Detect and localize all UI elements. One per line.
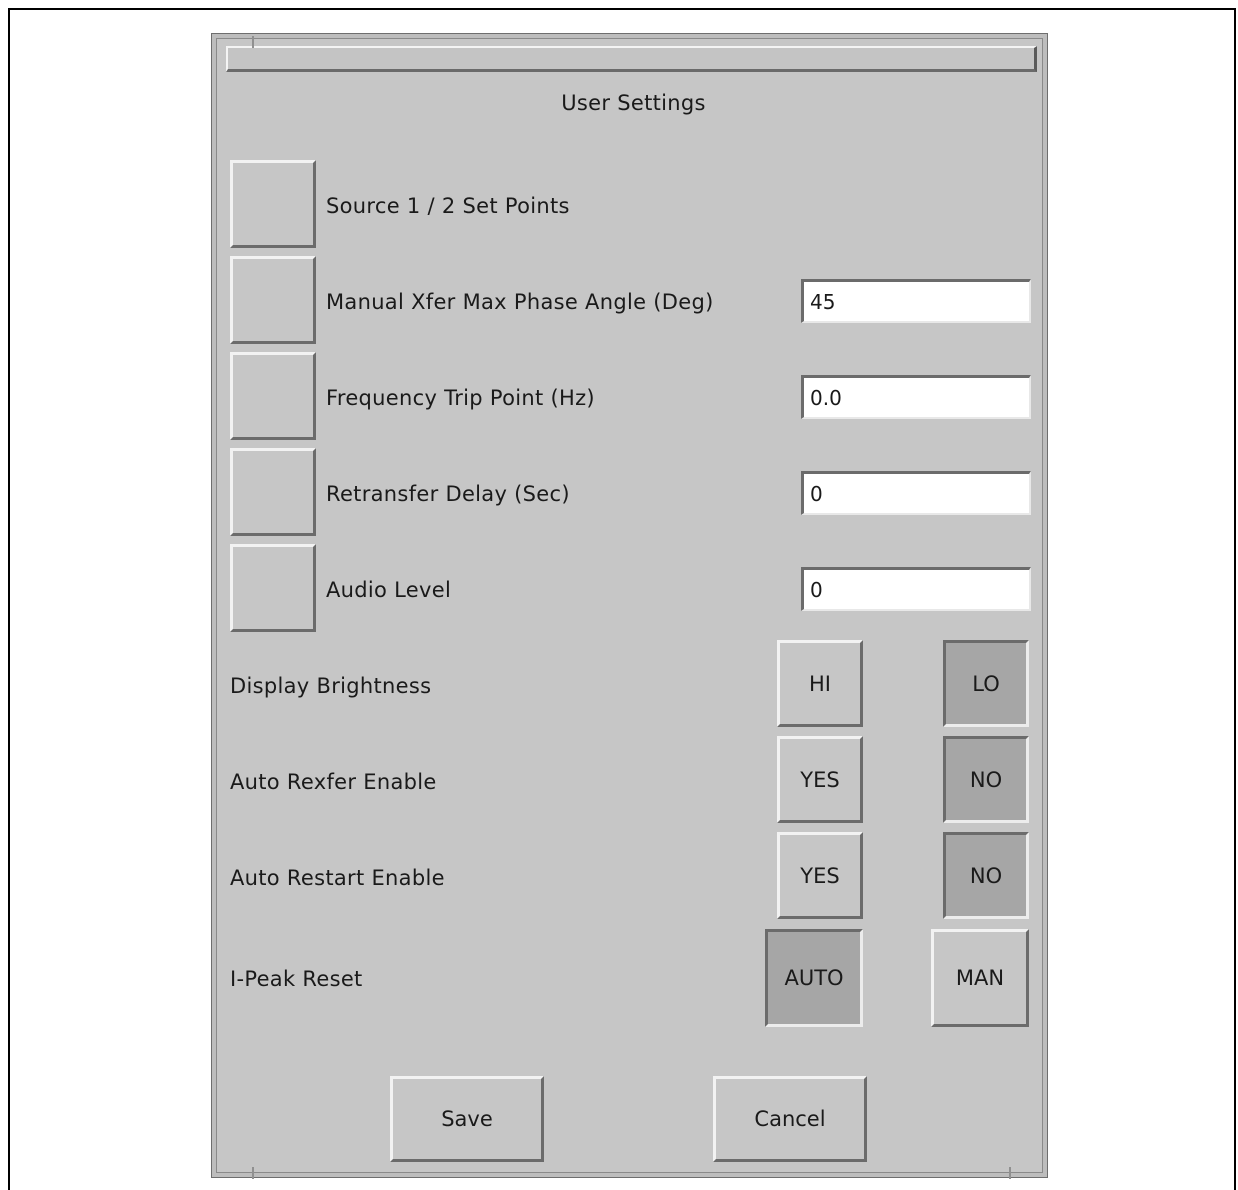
audio-level-label: Audio Level — [326, 578, 452, 602]
dialog-title-bar[interactable] — [226, 46, 1037, 72]
frame-corner-mark — [1009, 1167, 1011, 1179]
frame-corner-mark — [252, 1167, 254, 1179]
auto-restart-no-button[interactable]: NO — [943, 832, 1029, 919]
cancel-button[interactable]: Cancel — [713, 1076, 867, 1162]
dialog-title: User Settings — [561, 91, 706, 115]
retransfer-delay-button[interactable] — [230, 448, 316, 536]
source-set-points-label: Source 1 / 2 Set Points — [326, 194, 570, 218]
frequency-trip-label: Frequency Trip Point (Hz) — [326, 386, 595, 410]
display-brightness-label: Display Brightness — [230, 674, 432, 698]
i-peak-auto-button[interactable]: AUTO — [765, 929, 863, 1027]
auto-restart-label: Auto Restart Enable — [230, 866, 445, 890]
auto-rexfer-label: Auto Rexfer Enable — [230, 770, 437, 794]
i-peak-reset-label: I-Peak Reset — [230, 967, 363, 991]
brightness-lo-button[interactable]: LO — [943, 640, 1029, 727]
auto-restart-yes-button[interactable]: YES — [777, 832, 863, 919]
source-set-points-button[interactable] — [230, 160, 316, 248]
auto-rexfer-yes-button[interactable]: YES — [777, 736, 863, 823]
audio-level-button[interactable] — [230, 544, 316, 632]
i-peak-man-button[interactable]: MAN — [931, 929, 1029, 1027]
user-settings-dialog: User Settings Source 1 / 2 Set Points Ma… — [212, 34, 1047, 1179]
brightness-hi-button[interactable]: HI — [777, 640, 863, 727]
frame-corner-mark — [252, 36, 254, 48]
phase-angle-button[interactable] — [230, 256, 316, 344]
retransfer-delay-label: Retransfer Delay (Sec) — [326, 482, 570, 506]
auto-rexfer-no-button[interactable]: NO — [943, 736, 1029, 823]
frequency-trip-button[interactable] — [230, 352, 316, 440]
save-button[interactable]: Save — [390, 1076, 544, 1162]
frequency-trip-field[interactable] — [801, 375, 1031, 419]
retransfer-delay-field[interactable] — [801, 471, 1031, 515]
phase-angle-field[interactable] — [801, 279, 1031, 323]
audio-level-field[interactable] — [801, 567, 1031, 611]
phase-angle-label: Manual Xfer Max Phase Angle (Deg) — [326, 290, 714, 314]
